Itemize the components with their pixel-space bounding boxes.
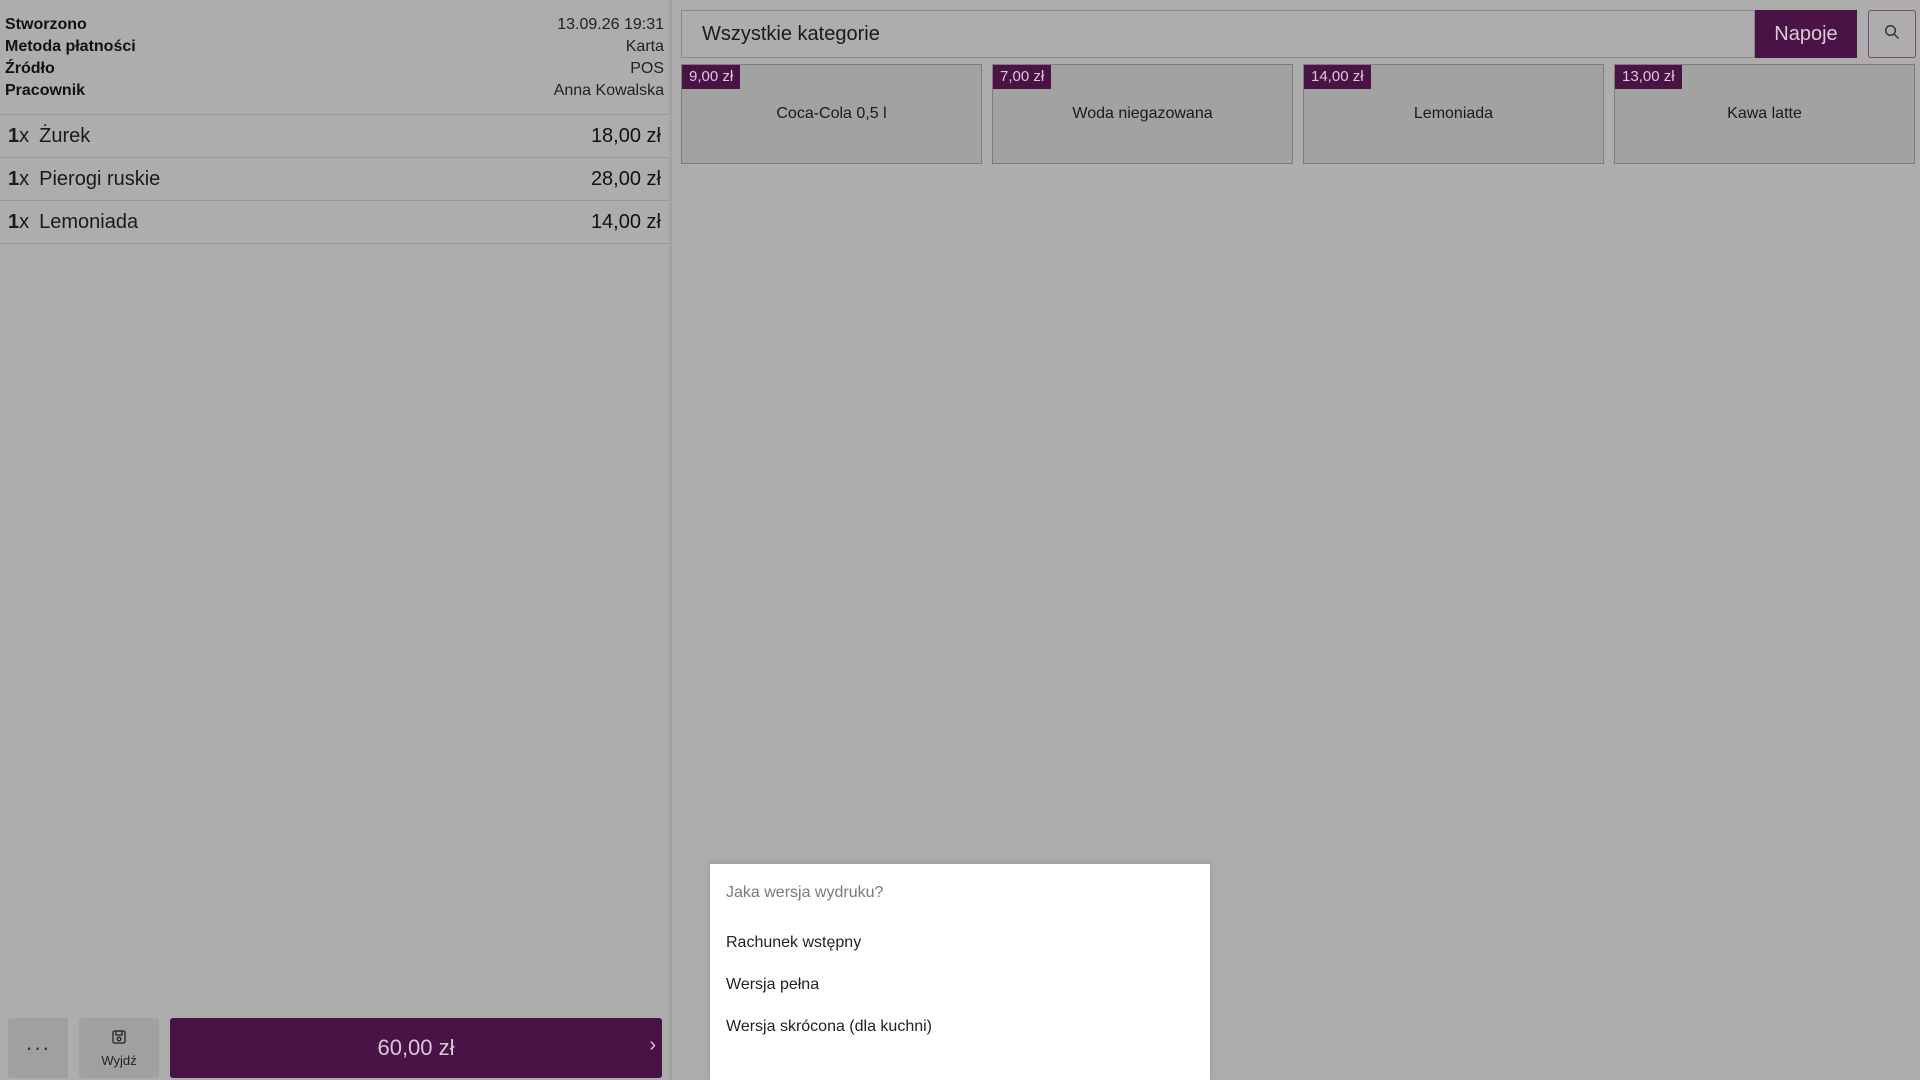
order-line-name: Lemoniada [39, 210, 139, 233]
source-label: Źródło [5, 60, 55, 77]
product-name: Lemoniada [1413, 105, 1494, 122]
created-label: Stworzono [5, 16, 87, 33]
total-amount: 60,00 zł [377, 1035, 455, 1060]
source-value: POS [630, 60, 664, 77]
order-line[interactable]: 1x Lemoniada 14,00 zł [0, 201, 669, 244]
employee-value: Anna Kowalska [553, 82, 664, 99]
category-tab-napoje[interactable]: Napoje [1755, 10, 1857, 58]
order-panel: Stworzono 13.09.26 19:31 Metoda płatnośc… [0, 0, 672, 1080]
product-price-badge: 13,00 zł [1615, 65, 1682, 89]
order-line-left: 1x Lemoniada [8, 211, 138, 234]
qty-x: x [19, 210, 30, 233]
save-exit-icon [111, 1029, 127, 1049]
product-price-badge: 9,00 zł [682, 65, 741, 89]
payment-value: Karta [625, 38, 664, 55]
order-line[interactable]: 1x Pierogi ruskie 28,00 zł [0, 158, 669, 201]
order-line-price: 18,00 zł [590, 124, 661, 147]
search-button[interactable] [1868, 10, 1916, 58]
order-line-qty: 1x [8, 168, 29, 191]
bottom-action-bar: ··· Wyjdź 60,00 zł › [8, 1018, 662, 1078]
employee-row: Pracownik Anna Kowalska [5, 80, 664, 102]
created-value: 13.09.26 19:31 [557, 16, 664, 33]
qty-x: x [19, 167, 30, 190]
search-icon [1884, 24, 1900, 45]
order-line-price: 14,00 zł [590, 210, 661, 233]
product-tile[interactable]: 13,00 zł Kawa latte [1614, 64, 1915, 164]
product-tile[interactable]: 9,00 zł Coca-Cola 0,5 l [681, 64, 982, 164]
order-line-qty: 1x [8, 125, 29, 148]
pay-total-button[interactable]: 60,00 zł › [170, 1018, 662, 1078]
qty-number: 1 [8, 124, 20, 147]
category-all[interactable]: Wszystkie kategorie [681, 10, 1755, 58]
product-tile[interactable]: 14,00 zł Lemoniada [1303, 64, 1604, 164]
chevron-right-icon: › [649, 1034, 656, 1056]
payment-row: Metoda płatności Karta [5, 36, 664, 58]
qty-number: 1 [8, 210, 20, 233]
more-options-button[interactable]: ··· [8, 1018, 68, 1078]
print-menu-title: Jaka wersja wydruku? [726, 884, 884, 901]
payment-label: Metoda płatności [5, 38, 136, 55]
order-line-price: 28,00 zł [590, 167, 661, 190]
qty-number: 1 [8, 167, 20, 190]
product-price-badge: 14,00 zł [1304, 65, 1371, 89]
created-row: Stworzono 13.09.26 19:31 [5, 14, 664, 36]
product-tile[interactable]: 7,00 zł Woda niegazowana [992, 64, 1293, 164]
product-price-badge: 7,00 zł [993, 65, 1052, 89]
product-name: Kawa latte [1727, 105, 1802, 122]
qty-x: x [19, 124, 30, 147]
print-version-menu: Jaka wersja wydruku? Rachunek wstępny We… [710, 864, 1210, 1080]
print-option-kitchen[interactable]: Wersja skrócona (dla kuchni) [710, 1001, 1210, 1053]
source-row: Źródło POS [5, 58, 664, 80]
order-line-name: Żurek [39, 124, 91, 147]
order-line[interactable]: 1x Żurek 18,00 zł [0, 115, 669, 158]
exit-label: Wyjdź [101, 1052, 137, 1068]
order-meta: Stworzono 13.09.26 19:31 Metoda płatnośc… [0, 0, 669, 115]
order-line-left: 1x Pierogi ruskie [8, 168, 160, 191]
order-line-name: Pierogi ruskie [39, 167, 161, 190]
product-name: Coca-Cola 0,5 l [776, 105, 887, 122]
employee-label: Pracownik [5, 82, 86, 99]
order-line-qty: 1x [8, 211, 29, 234]
exit-button[interactable]: Wyjdź [79, 1018, 159, 1078]
order-line-left: 1x Żurek [8, 125, 90, 148]
more-icon: ··· [25, 1035, 51, 1060]
product-grid: 9,00 zł Coca-Cola 0,5 l 7,00 zł Woda nie… [681, 64, 1915, 164]
category-bar: Wszystkie kategorie Napoje [681, 10, 1857, 58]
product-name: Woda niegazowana [1072, 105, 1213, 122]
